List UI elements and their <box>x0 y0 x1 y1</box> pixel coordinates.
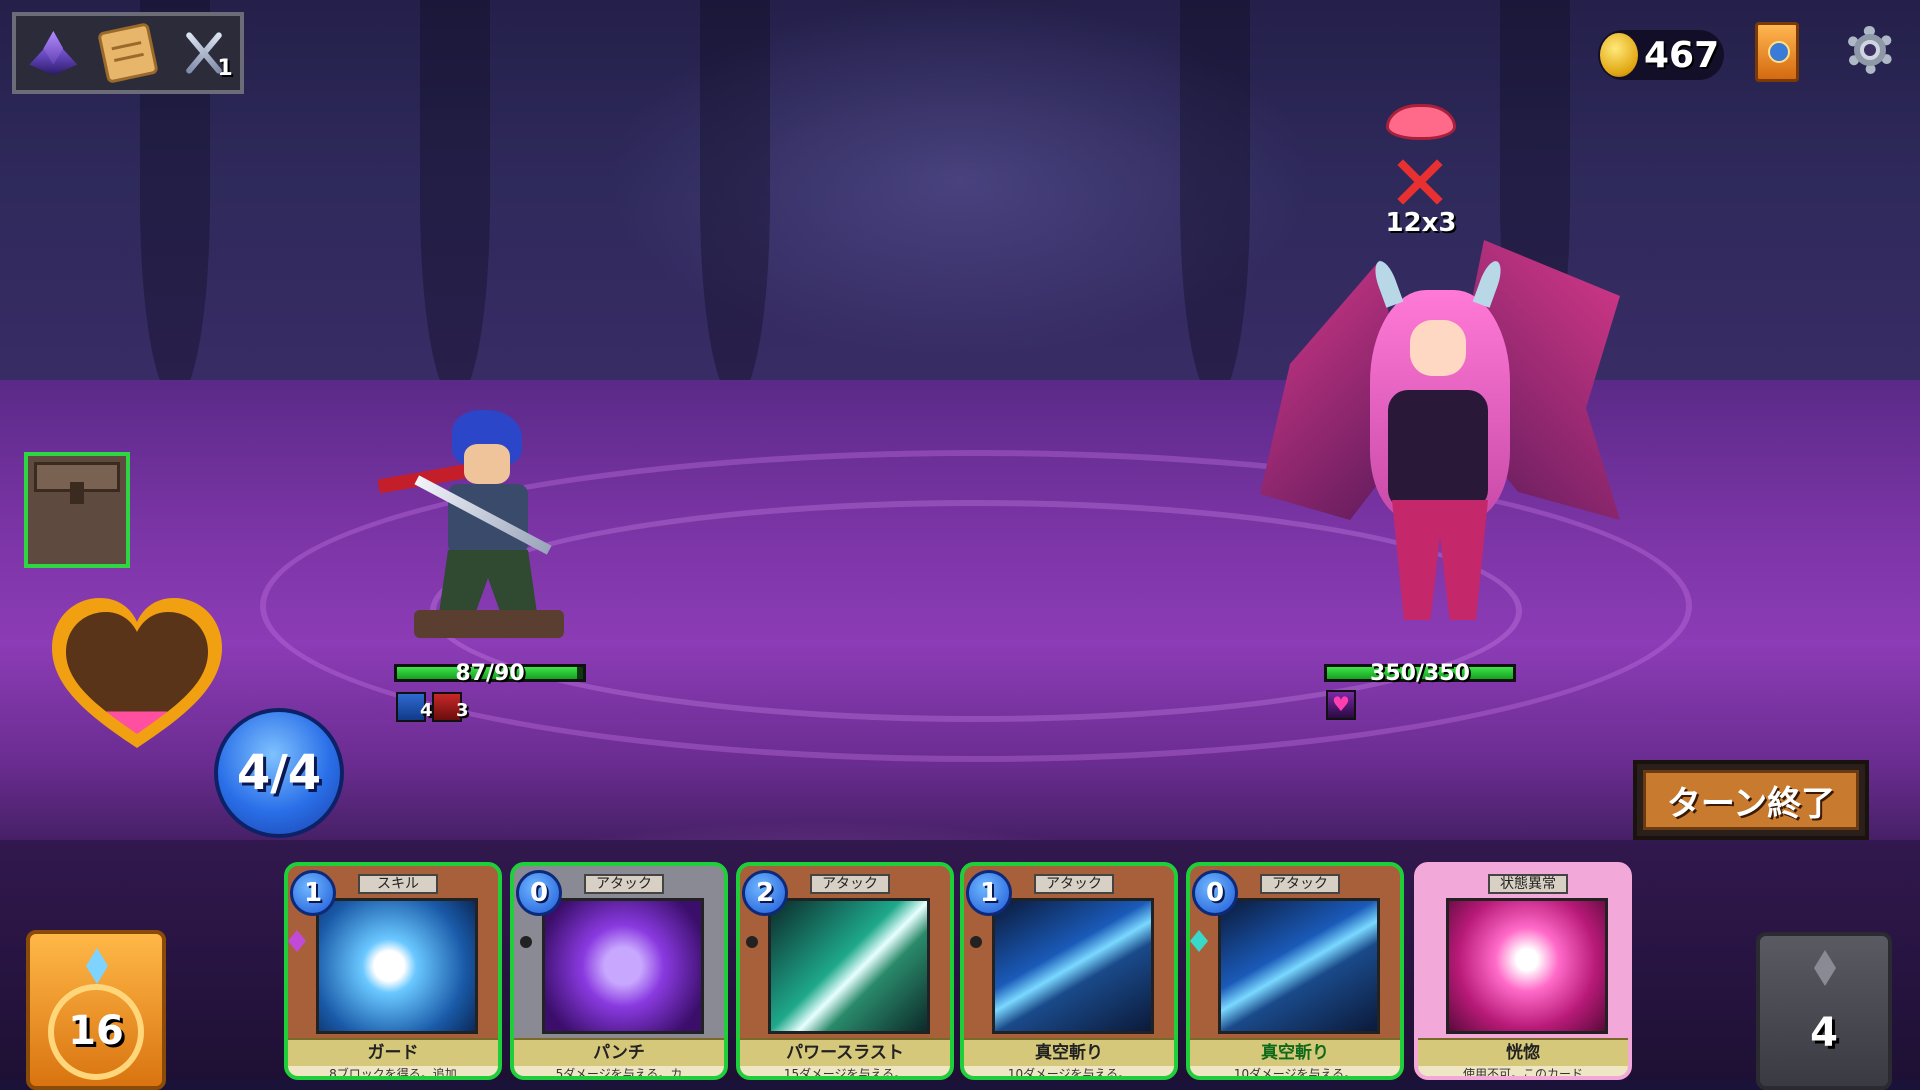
crystal-icon[interactable] <box>27 27 79 79</box>
card-type: アタック <box>1260 874 1340 894</box>
enemy-hp-bar: 350/350 <box>1324 661 1516 686</box>
enemy-body <box>1388 390 1488 510</box>
deck-button[interactable] <box>1755 22 1799 82</box>
gem-icon <box>520 936 532 948</box>
card-name: 真空斬り <box>964 1038 1174 1068</box>
energy-orb: 4/4 <box>214 708 344 838</box>
card-name: 真空斬り <box>1190 1038 1400 1068</box>
top-left-panel: 1 <box>12 12 244 94</box>
crossed-swords-icon[interactable]: 1 <box>177 27 233 81</box>
enemy-intent-text: 12x3 <box>1385 208 1457 238</box>
scroll-icon[interactable] <box>97 22 159 84</box>
card-type: スキル <box>358 874 438 894</box>
card-cost: 0 <box>516 870 562 916</box>
end-turn-button[interactable]: ターン終了 <box>1633 760 1869 840</box>
card-name: 恍惚 <box>1418 1038 1628 1068</box>
card-type: アタック <box>810 874 890 894</box>
card-type: 状態異常 <box>1488 874 1568 894</box>
card-art <box>316 898 478 1034</box>
cave-rock <box>420 0 490 400</box>
card-art <box>768 898 930 1034</box>
hero-face <box>464 444 510 484</box>
charm-heart-icon[interactable] <box>1326 690 1356 720</box>
attack-icon <box>1392 154 1448 210</box>
card-art <box>1218 898 1380 1034</box>
card-description: 5ダメージを与える。カ <box>514 1066 724 1076</box>
draw-pile[interactable]: 16 <box>26 930 166 1090</box>
card-type: アタック <box>584 874 664 894</box>
card-name: パワースラスト <box>740 1038 950 1068</box>
card-art <box>1446 898 1608 1034</box>
card-name: パンチ <box>514 1038 724 1068</box>
card-art <box>542 898 704 1034</box>
card-hand: スキル 1 ガード 8ブロックを得る。追加 アタック 0 パンチ 5ダメージを与… <box>284 862 1636 1080</box>
card-description: 8ブロックを得る。追加 <box>288 1066 498 1076</box>
card-power-thrust[interactable]: アタック 2 パワースラスト 15ダメージを与える。 <box>736 862 954 1080</box>
enemy-succubus[interactable] <box>1260 240 1620 630</box>
chest-icon[interactable] <box>24 452 130 568</box>
diamond-icon <box>86 948 108 984</box>
hero-boots <box>414 610 564 638</box>
card-description: 10ダメージを与える。 <box>1190 1066 1400 1076</box>
gem-icon <box>1190 930 1208 952</box>
card-type: アタック <box>1034 874 1114 894</box>
cave-rock <box>700 0 770 400</box>
chest-lock <box>70 482 84 504</box>
gem-icon <box>746 936 758 948</box>
card-vacuum-slash-upgraded[interactable]: アタック 0 真空斬り 10ダメージを与える。 <box>1186 862 1404 1080</box>
discard-pile-count: 4 <box>1810 1010 1838 1056</box>
swords-count: 1 <box>217 56 233 81</box>
cave-rock <box>1180 0 1250 400</box>
draw-pile-count: 16 <box>68 1008 124 1054</box>
blade-status-value: 3 <box>456 700 469 721</box>
enemy-hp-text: 350/350 <box>1370 661 1470 686</box>
card-description: 使用不可。このカード <box>1418 1066 1628 1076</box>
lips-icon <box>1386 104 1456 140</box>
energy-text: 4/4 <box>236 745 322 801</box>
hero-hp-bar: 87/90 <box>394 661 586 686</box>
card-description: 15ダメージを与える。 <box>740 1066 950 1076</box>
card-punch[interactable]: アタック 0 パンチ 5ダメージを与える。カ <box>510 862 728 1080</box>
card-cost: 1 <box>290 870 336 916</box>
card-art <box>992 898 1154 1034</box>
card-cost: 0 <box>1192 870 1238 916</box>
card-cost: 2 <box>742 870 788 916</box>
card-cost: 1 <box>966 870 1012 916</box>
enemy-legs <box>1392 500 1488 620</box>
card-vacuum-slash[interactable]: アタック 1 真空斬り 10ダメージを与える。 <box>960 862 1178 1080</box>
card-description: 10ダメージを与える。 <box>964 1066 1174 1076</box>
end-turn-label: ターン終了 <box>1643 770 1859 830</box>
gear-icon[interactable] <box>1840 20 1900 80</box>
gold-counter: 467 <box>1598 30 1724 80</box>
shield-status-value: 4 <box>420 700 433 721</box>
diamond-icon <box>1814 950 1836 986</box>
gem-icon <box>970 936 982 948</box>
gear-core <box>1854 34 1886 66</box>
gem-icon <box>288 930 306 952</box>
card-name: ガード <box>288 1038 498 1068</box>
card-ecstasy[interactable]: 状態異常 恍惚 使用不可。このカード <box>1414 862 1632 1080</box>
hero-character[interactable] <box>377 410 578 650</box>
card-guard[interactable]: スキル 1 ガード 8ブロックを得る。追加 <box>284 862 502 1080</box>
heart-icon[interactable] <box>52 598 222 758</box>
enemy-face <box>1410 320 1466 376</box>
coin-icon <box>1600 33 1638 77</box>
hero-hp-text: 87/90 <box>455 661 525 686</box>
gold-value: 467 <box>1644 34 1720 76</box>
discard-pile[interactable]: 4 <box>1756 932 1892 1090</box>
